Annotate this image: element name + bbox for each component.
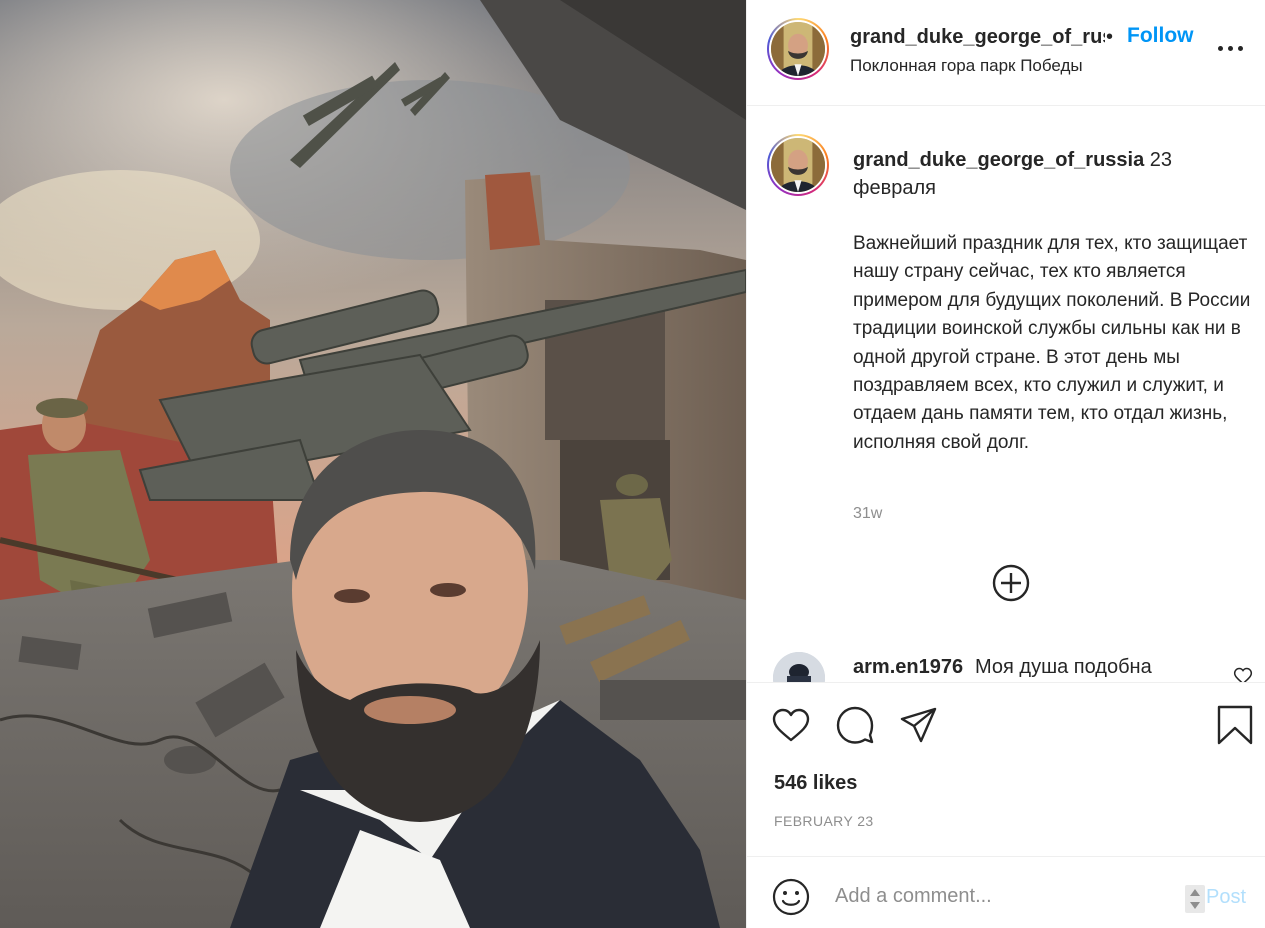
post-photo[interactable] [0,0,746,928]
comment-input[interactable] [835,879,1175,913]
add-comment-bar: Post [747,857,1265,928]
share-icon[interactable] [899,705,939,745]
smile-icon[interactable] [772,878,810,916]
caption-avatar-image [771,138,825,192]
separator-dot: • [1106,26,1114,48]
heart-icon[interactable] [1233,666,1253,682]
commenter-avatar[interactable] [773,652,825,682]
commenter-username[interactable]: arm.en1976 [853,656,963,679]
caption-text: Важнейший праздник для тех, кто защищает… [853,233,1251,453]
scroll-arrows[interactable] [1185,885,1205,913]
post-side-panel: grand_duke_george_of_russia • Follow Пок… [746,0,1265,928]
plus-circle-icon[interactable] [991,563,1031,603]
caption-avatar[interactable] [767,134,829,196]
more-dot [1238,46,1243,51]
author-avatar[interactable] [767,18,829,80]
comment-icon[interactable] [835,705,875,745]
post-location[interactable]: Поклонная гора парк Победы [850,56,1083,76]
caption-username[interactable]: grand_duke_george_of_russia [853,149,1144,171]
more-dot [1218,46,1223,51]
post-photo-image [0,0,746,928]
post-modal: grand_duke_george_of_russia • Follow Пок… [0,0,1265,928]
author-username[interactable]: grand_duke_george_of_russia [850,26,1105,49]
post-actions: 546 likes FEBRUARY 23 [747,682,1265,857]
bookmark-icon[interactable] [1215,705,1255,745]
comment-list: arm.en1976 Моя душа подобна [747,640,1265,682]
more-dot [1228,46,1233,51]
follow-button[interactable]: Follow [1127,24,1194,48]
post-date[interactable]: FEBRUARY 23 [774,813,874,829]
heart-icon[interactable] [771,705,811,745]
author-avatar-image [771,22,825,76]
post-header: grand_duke_george_of_russia • Follow Пок… [747,0,1265,106]
caption-age: 31w [853,505,883,522]
more-options-icon[interactable] [1216,36,1246,60]
comment-text: Моя душа подобна [975,656,1152,678]
caption-header-line: grand_duke_george_of_russia 23 февраля [853,146,1213,202]
likes-count[interactable]: 546 likes [774,772,857,795]
post-button[interactable]: Post [1206,886,1246,909]
